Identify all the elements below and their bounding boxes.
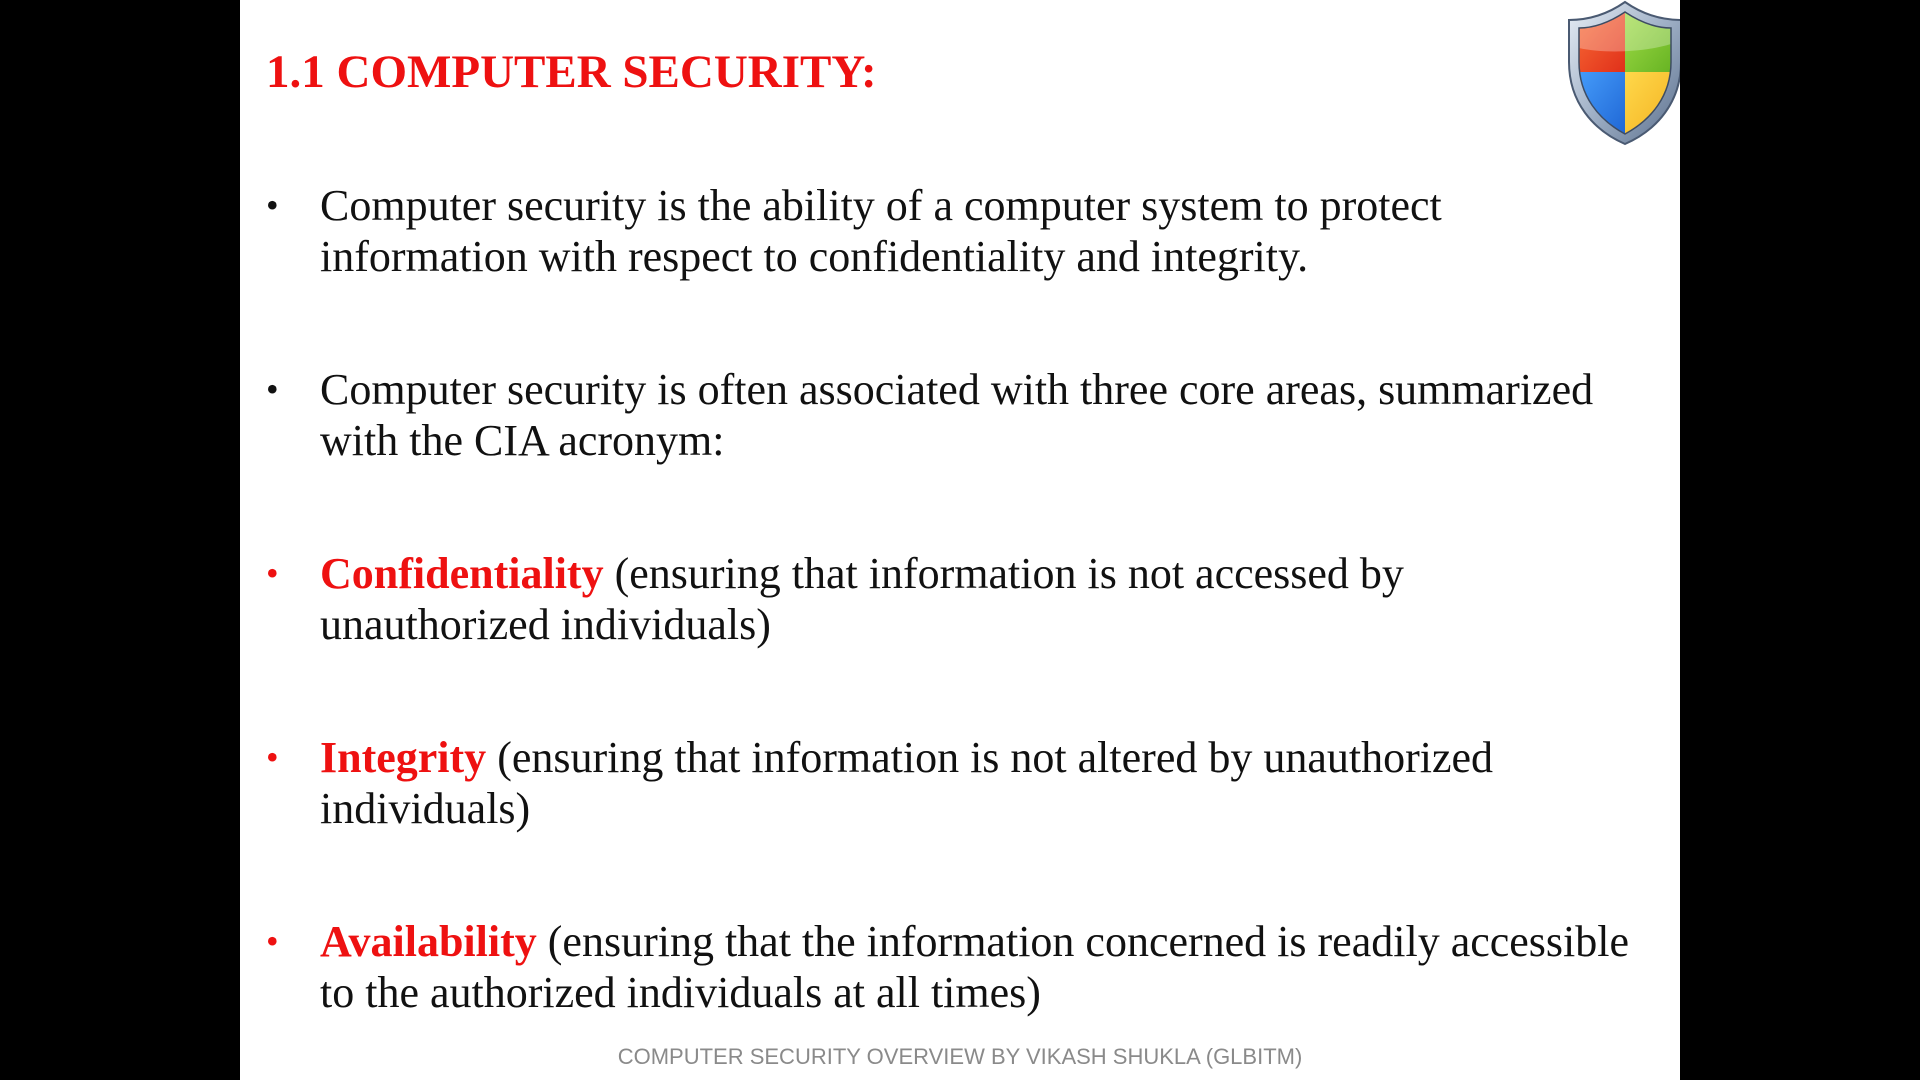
bullet-marker: • [266,185,279,225]
keyword-availability: Availability [320,917,537,966]
bullet-body: (ensuring that information is not altere… [320,733,1494,833]
bullet-text: Integrity (ensuring that information is … [320,732,1640,834]
keyword-integrity: Integrity [320,733,487,782]
slide-footer: COMPUTER SECURITY OVERVIEW BY VIKASH SHU… [617,1044,1303,1069]
bullet-marker: • [266,737,279,777]
security-shield-icon [1568,0,1680,146]
bullet-marker: • [266,921,279,961]
bullet-text: Confidentiality (ensuring that informati… [320,548,1640,650]
keyword-confidentiality: Confidentiality [320,549,604,598]
bullet-text: Computer security is often associated wi… [320,364,1640,466]
bullet-marker: • [266,369,279,409]
bullet-marker: • [266,553,279,593]
bullet-body: Computer security is the ability of a co… [320,181,1442,281]
bullet-text: Availability (ensuring that the informat… [320,916,1640,1018]
bullet-text: Computer security is the ability of a co… [320,180,1640,282]
bullet-body: Computer security is often associated wi… [320,365,1594,465]
slide: 1.1 COMPUTER SECURITY: • Computer securi… [240,0,1680,1080]
slide-title: 1.1 COMPUTER SECURITY: [266,46,877,98]
